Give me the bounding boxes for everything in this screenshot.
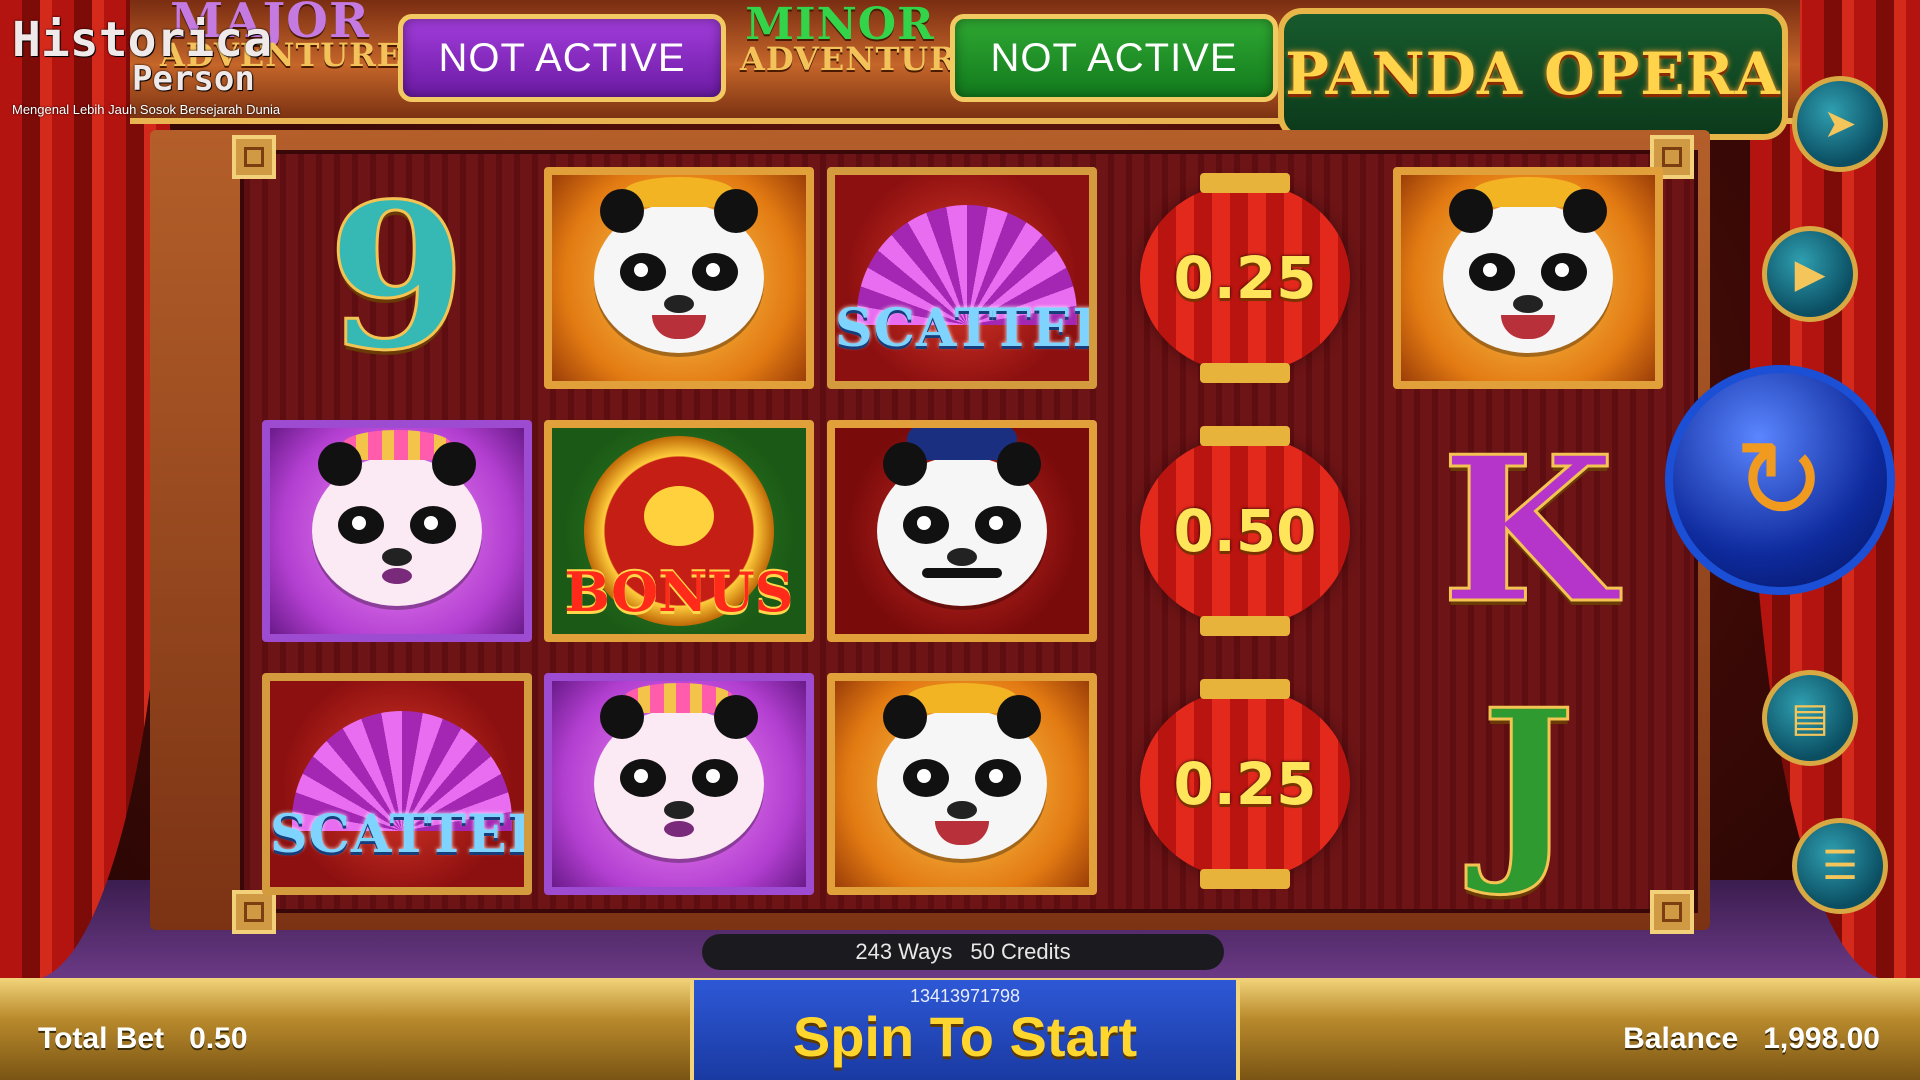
minor-jackpot-status: NOT ACTIVE — [950, 14, 1278, 102]
minor-label-line2: ADVENTURE — [740, 40, 983, 78]
symbol-lantern: 0.25 — [1140, 173, 1350, 383]
symbol-bonus: BONUS — [544, 420, 814, 642]
turbo-icon: ➤ — [1823, 102, 1857, 146]
reel-cell: J — [1389, 670, 1667, 898]
symbol-scatter: SCATTER — [262, 673, 532, 895]
reel-cell: SCATTER — [258, 670, 536, 898]
watermark-line1: Historica — [12, 12, 273, 68]
menu-button[interactable]: ☰ — [1792, 818, 1888, 914]
total-bet-value: 0.50 — [189, 1022, 248, 1055]
lantern-value: 0.50 — [1173, 497, 1317, 565]
reel-cell: 0.25 — [1106, 670, 1384, 898]
symbol-panda-gold — [1393, 167, 1663, 389]
panda-face-icon — [594, 683, 764, 859]
reel-cell — [540, 164, 818, 392]
symbol-panda-lady — [544, 673, 814, 895]
symbol-king: K — [1440, 413, 1617, 648]
lantern-value: 0.25 — [1173, 244, 1317, 312]
reel-cell: 9 — [258, 164, 536, 392]
minor-adventure-label: MINOR ADVENTURE — [740, 0, 983, 78]
symbol-lantern: 0.50 — [1140, 426, 1350, 636]
round-id: 13413971798 — [909, 986, 1021, 1006]
reel-cell: BONUS — [540, 417, 818, 645]
watermark-tagline: Mengenal Lebih Jauh Sosok Bersejarah Dun… — [12, 102, 281, 117]
panda-face-icon — [594, 177, 764, 353]
panda-face-icon — [877, 683, 1047, 859]
spin-button[interactable]: ↻ — [1665, 365, 1895, 595]
spin-icon: ↻ — [1733, 419, 1827, 542]
spin-to-start-panel[interactable]: 13413971798 Spin To Start — [690, 980, 1240, 1080]
spin-to-start-label: Spin To Start — [792, 1005, 1138, 1068]
reel-cell — [1389, 164, 1667, 392]
turbo-button[interactable]: ➤ — [1792, 76, 1888, 172]
total-bet[interactable]: Total Bet 0.50 — [38, 1022, 248, 1056]
balance-value: 1,998.00 — [1763, 1022, 1880, 1055]
balance-label: Balance — [1623, 1022, 1739, 1055]
game-title-plaque: PANDA OPERA — [1278, 8, 1788, 140]
reel-cell — [258, 417, 536, 645]
scatter-label: SCATTER — [835, 298, 1097, 359]
reel-cell: 0.25 — [1106, 164, 1384, 392]
scatter-label: SCATTER — [270, 804, 532, 865]
ways-text: 243 Ways — [855, 939, 953, 964]
minor-label-line1: MINOR — [745, 0, 935, 50]
total-bet-label: Total Bet — [38, 1022, 165, 1055]
symbol-nine: 9 — [326, 160, 468, 395]
reel-cell — [823, 417, 1101, 645]
symbol-panda-gold — [544, 167, 814, 389]
balance: Balance 1,998.00 — [1623, 1022, 1880, 1056]
bonus-label: BONUS — [564, 560, 794, 624]
panda-face-icon — [312, 430, 482, 606]
autoplay-icon: ▶ — [1794, 252, 1826, 296]
symbol-lantern: 0.25 — [1140, 679, 1350, 889]
symbol-panda-officer — [827, 420, 1097, 642]
reel-cell: SCATTER — [823, 164, 1101, 392]
reel-cell: 0.50 — [1106, 417, 1384, 645]
menu-icon: ☰ — [1822, 844, 1858, 888]
reel-cell: K — [1389, 417, 1667, 645]
bet-button[interactable]: ▤ — [1762, 670, 1858, 766]
panda-face-icon — [877, 428, 1047, 606]
reel-cell — [540, 670, 818, 898]
game-title: PANDA OPERA — [1285, 40, 1781, 108]
panda-face-icon — [1443, 177, 1613, 353]
coins-icon: ▤ — [1791, 696, 1829, 740]
major-jackpot-status: NOT ACTIVE — [398, 14, 726, 102]
credits-text: 50 Credits — [970, 939, 1071, 964]
reel-cell — [823, 670, 1101, 898]
symbol-scatter: SCATTER — [827, 167, 1097, 389]
symbol-jack: J — [1479, 666, 1577, 901]
symbol-panda-lady — [262, 420, 532, 642]
ways-credits-strip: 243 Ways 50 Credits — [702, 934, 1224, 970]
autoplay-button[interactable]: ▶ — [1762, 226, 1858, 322]
symbol-panda-gold — [827, 673, 1097, 895]
lantern-value: 0.25 — [1173, 750, 1317, 818]
watermark: Historica Person Mengenal Lebih Jauh Sos… — [12, 12, 281, 117]
